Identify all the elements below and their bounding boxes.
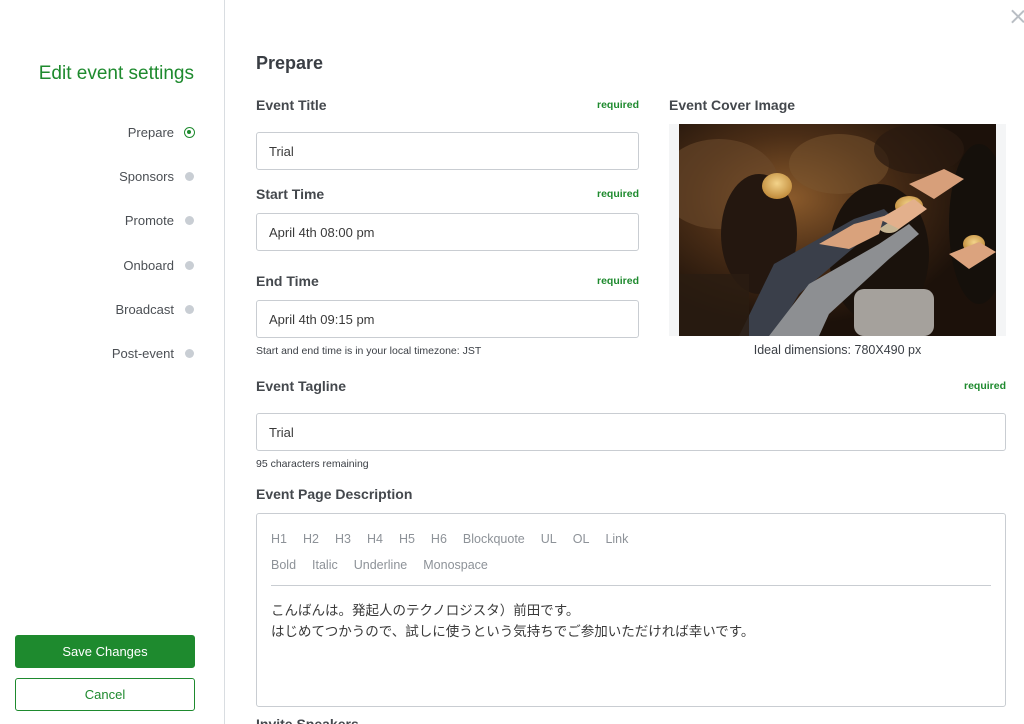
steps-nav: Prepare Sponsors Promote Onboard Broadca… xyxy=(112,110,195,376)
step-label: Promote xyxy=(124,213,174,229)
editor-line: はじめてつかうので、試しに使うという気持ちでご参加いただければ幸いです。 xyxy=(271,624,755,639)
required-badge: required xyxy=(964,380,1007,392)
step-indicator-icon xyxy=(185,349,194,359)
sidebar-title: Edit event settings xyxy=(38,63,194,84)
toolbar-link-button[interactable]: Link xyxy=(605,532,628,546)
step-label: Prepare xyxy=(127,124,174,140)
event-title-input[interactable]: Trial xyxy=(256,132,639,170)
toolbar-monospace-button[interactable]: Monospace xyxy=(423,558,488,572)
toolbar-h6-button[interactable]: H6 xyxy=(431,532,447,546)
step-indicator-icon xyxy=(185,304,194,314)
cancel-button[interactable]: Cancel xyxy=(15,678,195,711)
cover-image[interactable] xyxy=(669,124,1006,336)
event-tagline-input[interactable]: Trial xyxy=(256,413,1006,451)
save-changes-button[interactable]: Save Changes xyxy=(15,635,195,668)
description-editor[interactable]: H1 H2 H3 H4 H5 H6 Blockquote UL OL Link … xyxy=(256,513,1006,707)
editor-toolbar-row-1: H1 H2 H3 H4 H5 H6 Blockquote UL OL Link xyxy=(271,532,644,546)
toolbar-h4-button[interactable]: H4 xyxy=(367,532,383,546)
toolbar-ol-button[interactable]: OL xyxy=(573,532,590,546)
event-description-label: Event Page Description xyxy=(256,486,413,502)
toolbar-h3-button[interactable]: H3 xyxy=(335,532,351,546)
step-onboard[interactable]: Onboard xyxy=(112,243,195,287)
step-post-event[interactable]: Post-event xyxy=(112,331,195,375)
settings-sidebar: Edit event settings Prepare Sponsors Pro… xyxy=(0,0,225,724)
start-time-input[interactable]: April 4th 08:00 pm xyxy=(256,213,639,251)
timezone-hint: Start and end time is in your local time… xyxy=(256,345,482,357)
step-label: Sponsors xyxy=(119,168,174,184)
close-icon[interactable] xyxy=(1011,9,1024,23)
step-promote[interactable]: Promote xyxy=(112,199,195,243)
editor-divider xyxy=(271,585,991,586)
required-badge: required xyxy=(597,275,640,287)
toolbar-italic-button[interactable]: Italic xyxy=(312,558,338,572)
toolbar-bold-button[interactable]: Bold xyxy=(271,558,296,572)
step-indicator-icon xyxy=(185,216,194,226)
toolbar-underline-button[interactable]: Underline xyxy=(354,558,408,572)
toolbar-h5-button[interactable]: H5 xyxy=(399,532,415,546)
end-time-input[interactable]: April 4th 09:15 pm xyxy=(256,300,639,338)
step-indicator-icon xyxy=(185,171,194,181)
start-time-label: Start Time xyxy=(256,186,325,202)
step-broadcast[interactable]: Broadcast xyxy=(112,287,195,331)
required-badge: required xyxy=(597,99,640,111)
end-time-label: End Time xyxy=(256,273,319,289)
cover-image-label: Event Cover Image xyxy=(669,97,796,113)
step-label: Broadcast xyxy=(115,301,174,317)
toolbar-h1-button[interactable]: H1 xyxy=(271,532,287,546)
characters-remaining: 95 characters remaining xyxy=(256,458,369,470)
toolbar-h2-button[interactable]: H2 xyxy=(303,532,319,546)
editor-content[interactable]: こんばんは。発起人のテクノロジスタ）前田です。 はじめてつかうので、試しに使うと… xyxy=(271,600,754,642)
step-label: Onboard xyxy=(123,257,174,273)
invite-speakers-label: Invite Speakers xyxy=(256,716,359,724)
editor-line: こんばんは。発起人のテクノロジスタ）前田です。 xyxy=(271,603,580,618)
toolbar-ul-button[interactable]: UL xyxy=(541,532,557,546)
cover-photo-image xyxy=(679,124,996,336)
toolbar-blockquote-button[interactable]: Blockquote xyxy=(463,532,525,546)
active-step-indicator-icon xyxy=(184,126,195,138)
event-tagline-label: Event Tagline xyxy=(256,378,346,394)
section-title: Prepare xyxy=(256,53,324,73)
editor-toolbar-row-2: Bold Italic Underline Monospace xyxy=(271,558,504,572)
event-title-label: Event Title xyxy=(256,97,327,113)
required-badge: required xyxy=(597,188,640,200)
step-indicator-icon xyxy=(185,260,194,270)
step-prepare[interactable]: Prepare xyxy=(112,110,195,154)
cover-image-caption: Ideal dimensions: 780X490 px xyxy=(753,343,922,357)
step-label: Post-event xyxy=(111,346,174,362)
step-sponsors[interactable]: Sponsors xyxy=(112,154,195,198)
